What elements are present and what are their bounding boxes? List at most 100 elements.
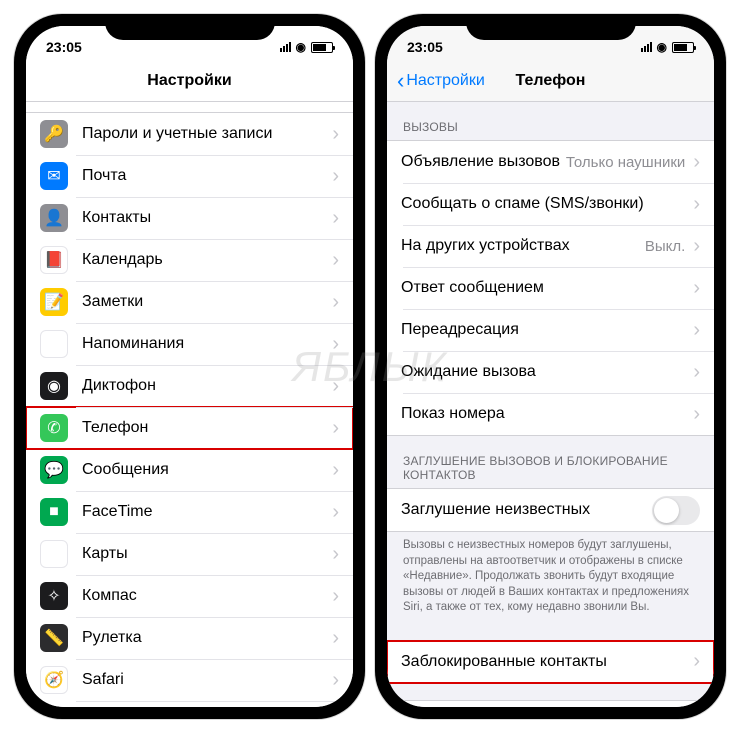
row-label: Телефон: [82, 419, 332, 437]
row-заблокированные-контакты[interactable]: Заблокированные контакты›: [387, 641, 714, 683]
status-bar: 23:05 ◉: [387, 26, 714, 60]
chevron-right-icon: ›: [332, 123, 339, 146]
compass-icon: ✧: [40, 582, 68, 610]
wifi-icon: ◉: [657, 40, 667, 54]
row-объявление-вызовов[interactable]: Объявление вызововТолько наушники ›: [387, 141, 714, 183]
row-на-других-устройствах[interactable]: На других устройствахВыкл. ›: [387, 225, 714, 267]
chevron-right-icon: ›: [332, 417, 339, 440]
chevron-right-icon: ›: [332, 375, 339, 398]
section-list: Заглушение неизвестных: [387, 488, 714, 532]
chevron-right-icon: ›: [693, 193, 700, 216]
status-time: 23:05: [46, 39, 82, 55]
chevron-right-icon: ›: [693, 403, 700, 426]
chevron-right-icon: ›: [332, 501, 339, 524]
phone-icon: ✆: [40, 414, 68, 442]
row-value: Только наушники: [566, 154, 685, 171]
chevron-right-icon: ›: [332, 165, 339, 188]
contacts-icon: 👤: [40, 204, 68, 232]
chevron-right-icon: ›: [693, 650, 700, 673]
phone-right: 23:05 ◉ ‹ Настройки Телефон ВЫЗОВЫОбъявл…: [375, 14, 726, 719]
settings-row-notes[interactable]: 📝 Заметки›: [26, 281, 353, 323]
row-label: Контакты: [82, 209, 332, 227]
row-переадресация[interactable]: Переадресация›: [387, 309, 714, 351]
settings-row-mail[interactable]: ✉Почта›: [26, 155, 353, 197]
settings-list-container: 🔑Пароли и учетные записи›✉Почта› 👤 Контакт…: [26, 102, 353, 707]
mail-icon: ✉: [40, 162, 68, 190]
wifi-icon: ◉: [296, 40, 306, 54]
section-header: ЗАГЛУШЕНИЕ ВЫЗОВОВ И БЛОКИРОВАНИЕ КОНТАК…: [387, 436, 714, 488]
section-list: Объявление вызововТолько наушники›Сообща…: [387, 140, 714, 436]
phone-left: 23:05 ◉ Настройки 🔑Пароли и учетные запи…: [14, 14, 365, 719]
row-ожидание-вызова[interactable]: Ожидание вызова›: [387, 351, 714, 393]
row-label: Ожидание вызова: [401, 363, 693, 381]
settings-row-maps[interactable]: 🗺 Карты›: [26, 533, 353, 575]
settings-list: 🔑Пароли и учетные записи›✉Почта› 👤 Контакт…: [26, 112, 353, 707]
chevron-right-icon: ›: [332, 333, 339, 356]
settings-row-stocks[interactable]: 📈Акции›: [26, 701, 353, 707]
settings-row-reminders[interactable]: ⋮⋮Напоминания›: [26, 323, 353, 365]
chevron-left-icon: ‹: [397, 70, 404, 92]
chevron-right-icon: ›: [693, 319, 700, 342]
row-value: Выкл.: [645, 238, 685, 255]
row-label: Карты: [82, 545, 332, 563]
safari-icon: 🧭: [40, 666, 68, 694]
row-label: Ответ сообщением: [401, 279, 693, 297]
nav-bar: ‹ Настройки Телефон: [387, 60, 714, 102]
measure-icon: 📏: [40, 624, 68, 652]
row-label: Заметки: [82, 293, 332, 311]
status-indicators: ◉: [280, 40, 333, 54]
back-label: Настройки: [406, 72, 484, 90]
row-label: На других устройствах: [401, 237, 645, 255]
back-button[interactable]: ‹ Настройки: [387, 70, 485, 92]
chevron-right-icon: ›: [332, 585, 339, 608]
settings-row-contacts[interactable]: 👤Контакты›: [26, 197, 353, 239]
nav-bar: Настройки: [26, 60, 353, 102]
settings-row-facetime[interactable]: ■FaceTime›: [26, 491, 353, 533]
row-label: Календарь: [82, 251, 332, 269]
row-label: Объявление вызовов: [401, 153, 566, 171]
toggle-switch[interactable]: [652, 496, 700, 525]
section-list: Заблокированные контакты›: [387, 640, 714, 684]
section-footer: Вызовы с неизвестных номеров будут заглу…: [387, 532, 714, 624]
row-заглушение-неизвестных[interactable]: Заглушение неизвестных: [387, 489, 714, 531]
signal-icon: [641, 42, 652, 52]
maps-icon: 🗺: [40, 540, 68, 568]
chevron-right-icon: ›: [693, 151, 700, 174]
row-показ-номера[interactable]: Показ номера›: [387, 393, 714, 435]
status-indicators: ◉: [641, 40, 694, 54]
chevron-right-icon: ›: [332, 669, 339, 692]
row-label: Заглушение неизвестных: [401, 501, 652, 519]
chevron-right-icon: ›: [332, 543, 339, 566]
row-label: Заблокированные контакты: [401, 653, 693, 671]
row-label: Диктофон: [82, 377, 332, 395]
row-label: Напоминания: [82, 335, 332, 353]
signal-icon: [280, 42, 291, 52]
settings-row-messages[interactable]: 💬Сообщения›: [26, 449, 353, 491]
row-ответ-сообщением[interactable]: Ответ сообщением›: [387, 267, 714, 309]
row-сообщать-о-спаме-sms-звонки-[interactable]: Сообщать о спаме (SMS/звонки)›: [387, 183, 714, 225]
row-label: Сообщения: [82, 461, 332, 479]
settings-row-key[interactable]: 🔑Пароли и учетные записи›: [26, 113, 353, 155]
page-title: Настройки: [26, 72, 353, 90]
settings-row-compass[interactable]: ✧Компас›: [26, 575, 353, 617]
calendar-icon: 📕: [40, 246, 68, 274]
settings-row-voice-memos[interactable]: ◉ Диктофон›: [26, 365, 353, 407]
battery-icon: [672, 42, 694, 53]
row-помощь-в-наборе[interactable]: Помощь в наборе: [387, 701, 714, 707]
facetime-icon: ■: [40, 498, 68, 526]
settings-row-calendar[interactable]: 📕Календарь›: [26, 239, 353, 281]
chevron-right-icon: ›: [693, 361, 700, 384]
chevron-right-icon: ›: [332, 291, 339, 314]
notes-icon: 📝: [40, 288, 68, 316]
row-label: Рулетка: [82, 629, 332, 647]
settings-row-measure[interactable]: 📏 Рулетка›: [26, 617, 353, 659]
voice-memos-icon: ◉: [40, 372, 68, 400]
chevron-right-icon: ›: [693, 235, 700, 258]
chevron-right-icon: ›: [332, 627, 339, 650]
section-header: ВЫЗОВЫ: [387, 102, 714, 140]
settings-row-safari[interactable]: 🧭Safari›: [26, 659, 353, 701]
settings-row-phone[interactable]: ✆ Телефон›: [26, 407, 353, 449]
phone-settings-content: ВЫЗОВЫ Объявление вызововТолько наушники ›…: [387, 102, 714, 707]
row-label: Пароли и учетные записи: [82, 125, 332, 143]
row-label: Сообщать о спаме (SMS/звонки): [401, 195, 693, 213]
